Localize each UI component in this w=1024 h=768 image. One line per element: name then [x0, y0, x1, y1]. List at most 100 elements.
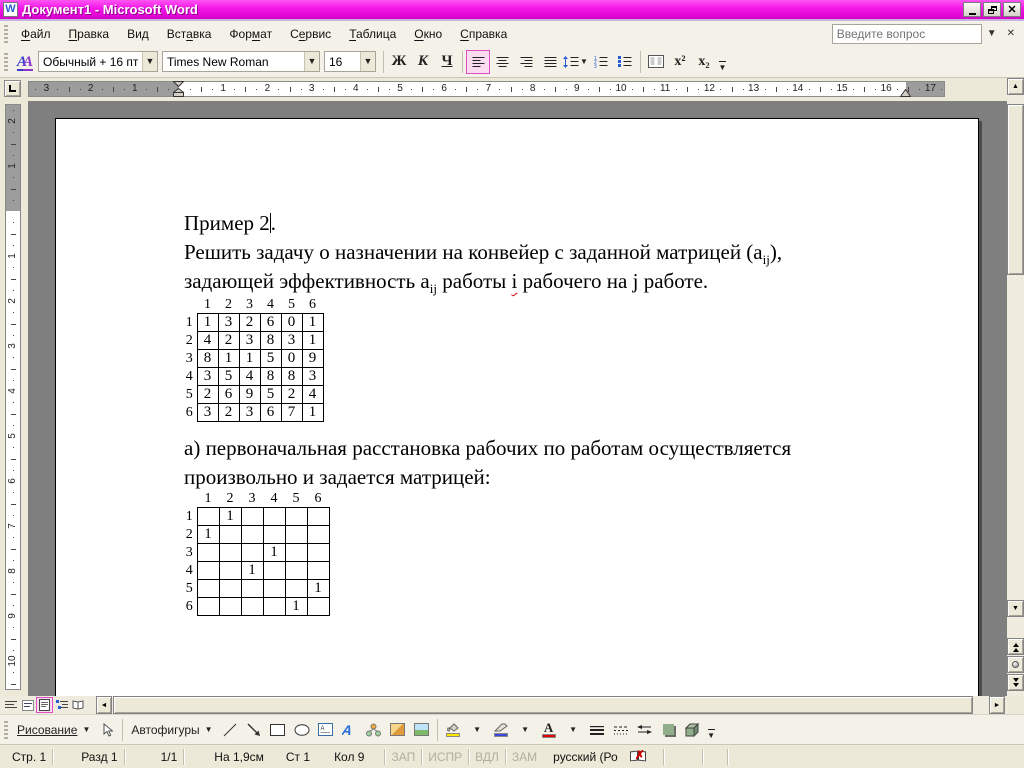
autoshapes-menu-button[interactable]: Автофигуры▼ — [126, 718, 217, 742]
align-left-button[interactable] — [466, 50, 490, 74]
close-icon[interactable]: ✕ — [1002, 28, 1020, 39]
subscript-button[interactable]: x₂ — [692, 50, 716, 74]
chevron-down-icon[interactable]: ▼ — [561, 718, 585, 742]
columns-button[interactable] — [644, 50, 668, 74]
scrollbar-thumb[interactable] — [1007, 104, 1024, 275]
scrollbar-thumb[interactable] — [113, 696, 973, 714]
threed-style-button[interactable] — [681, 718, 705, 742]
menu-item-format[interactable]: Формат — [220, 23, 281, 45]
diagram-button[interactable] — [362, 718, 386, 742]
line-color-button[interactable] — [489, 718, 513, 742]
arrow-button[interactable] — [242, 718, 266, 742]
scroll-down-button[interactable]: ▼ — [1007, 600, 1024, 617]
bulleted-list-button[interactable] — [613, 50, 637, 74]
line-style-button[interactable] — [585, 718, 609, 742]
drawing-menu-button[interactable]: Рисование▼ — [12, 718, 95, 742]
scroll-up-button[interactable]: ▲ — [1007, 78, 1024, 95]
menu-item-tools[interactable]: Сервис — [281, 23, 340, 45]
chevron-down-icon[interactable]: ▼ — [360, 52, 375, 71]
clip-art-button[interactable] — [386, 718, 410, 742]
doc-paragraph-line[interactable]: произвольно и задается матрицей: — [184, 465, 491, 490]
arrow-style-button[interactable] — [633, 718, 657, 742]
scroll-left-button[interactable]: ◄ — [96, 696, 112, 714]
menu-item-edit[interactable]: Правка — [60, 23, 119, 45]
line-button[interactable] — [218, 718, 242, 742]
styles-and-formatting-button[interactable]: АА — [12, 50, 38, 74]
toolbar-grip[interactable] — [4, 53, 8, 71]
toolbar-grip[interactable] — [4, 25, 8, 43]
shadow-style-button[interactable] — [657, 718, 681, 742]
doc-paragraph-line[interactable]: задающей эффективность aij работы i рабо… — [184, 269, 708, 294]
align-center-button[interactable] — [490, 50, 514, 74]
dash-style-button[interactable] — [609, 718, 633, 742]
scroll-right-button[interactable]: ► — [989, 696, 1005, 714]
minimize-button[interactable] — [963, 2, 981, 17]
outline-view-button[interactable] — [53, 697, 70, 713]
font-color-button[interactable]: А — [537, 718, 561, 742]
toolbar-grip[interactable] — [4, 721, 8, 739]
menu-item-insert[interactable]: Вставка — [158, 23, 221, 45]
select-browse-object-button[interactable] — [1007, 656, 1024, 673]
spelling-status-icon[interactable]: ✗ — [630, 750, 647, 763]
ruler-mark — [378, 87, 379, 92]
web-layout-view-button[interactable] — [19, 697, 36, 713]
justify-button[interactable] — [538, 50, 562, 74]
vertical-scrollbar[interactable]: ▲ ▼ — [1007, 78, 1024, 696]
oval-button[interactable] — [290, 718, 314, 742]
doc-paragraph-line[interactable]: Решить задачу о назначении на конвейер с… — [184, 240, 782, 265]
ruler-mark: 11 — [660, 83, 670, 95]
horizontal-scrollbar[interactable]: ◄ ► — [0, 696, 1007, 714]
doc-heading-line[interactable]: Пример 2. — [184, 211, 276, 236]
indent-marker[interactable] — [173, 81, 184, 98]
status-overtype[interactable]: ЗАМ — [506, 750, 543, 764]
efficiency-matrix[interactable]: 1234561132601242383138115094354883526952… — [182, 297, 324, 422]
text-box-button[interactable]: А — [314, 718, 338, 742]
wordart-button[interactable]: А — [338, 718, 362, 742]
fill-color-button[interactable] — [441, 718, 465, 742]
previous-object-button[interactable] — [1007, 638, 1024, 655]
status-record-mode[interactable]: ЗАП — [385, 750, 421, 764]
assignment-matrix[interactable]: 123456112131415161 — [182, 491, 330, 616]
font-combobox[interactable]: Times New Roman ▼ — [162, 51, 320, 72]
align-right-button[interactable] — [514, 50, 538, 74]
font-size-combobox[interactable]: 16 ▼ — [324, 51, 376, 72]
question-input[interactable] — [832, 24, 982, 44]
numbered-list-button[interactable]: 123 — [589, 50, 613, 74]
menu-item-view[interactable]: Вид — [118, 23, 158, 45]
style-combobox[interactable]: Обычный + 16 пт ▼ — [38, 51, 158, 72]
horizontal-ruler[interactable]: 1231234567891011121314151617 — [28, 81, 945, 97]
menu-item-table[interactable]: Таблица — [340, 23, 405, 45]
status-track-changes[interactable]: ИСПР — [422, 750, 468, 764]
menu-item-help[interactable]: Справка — [451, 23, 516, 45]
restore-button[interactable] — [983, 2, 1001, 17]
chevron-down-icon[interactable]: ▼ — [465, 718, 489, 742]
print-layout-view-button[interactable] — [36, 697, 53, 713]
chevron-down-icon[interactable]: ▼ — [982, 28, 1002, 39]
menu-item-file[interactable]: Файл — [12, 23, 60, 45]
page[interactable]: Пример 2. Решить задачу о назначении на … — [55, 118, 979, 696]
chevron-down-icon[interactable]: ▼ — [513, 718, 537, 742]
doc-paragraph-line[interactable]: а) первоначальная расстановка рабочих по… — [184, 436, 791, 461]
superscript-button[interactable]: x² — [668, 50, 692, 74]
menu-item-window[interactable]: Окно — [405, 23, 451, 45]
right-indent-marker[interactable] — [900, 89, 911, 98]
chevron-down-icon[interactable]: ▼ — [304, 52, 319, 71]
italic-button[interactable]: К — [411, 50, 435, 74]
toolbar-options-button[interactable]: ▼ — [716, 50, 729, 74]
normal-view-button[interactable] — [2, 697, 19, 713]
insert-picture-button[interactable] — [410, 718, 434, 742]
toolbar-options-button[interactable]: ▼ — [705, 718, 718, 742]
rectangle-button[interactable] — [266, 718, 290, 742]
reading-view-button[interactable] — [70, 697, 87, 713]
select-objects-button[interactable] — [95, 718, 119, 742]
tab-selector[interactable] — [4, 80, 21, 97]
close-button[interactable]: ✕ — [1003, 2, 1021, 17]
next-object-button[interactable] — [1007, 674, 1024, 691]
status-extend-selection[interactable]: ВДЛ — [469, 750, 505, 764]
chevron-down-icon[interactable]: ▼ — [142, 52, 157, 71]
underline-button[interactable]: Ч — [435, 50, 459, 74]
line-spacing-button[interactable]: ▼ — [562, 50, 589, 74]
bold-button[interactable]: Ж — [387, 50, 411, 74]
double-up-icon — [1013, 642, 1019, 652]
vertical-ruler[interactable]: 1212345678910 — [5, 104, 21, 690]
